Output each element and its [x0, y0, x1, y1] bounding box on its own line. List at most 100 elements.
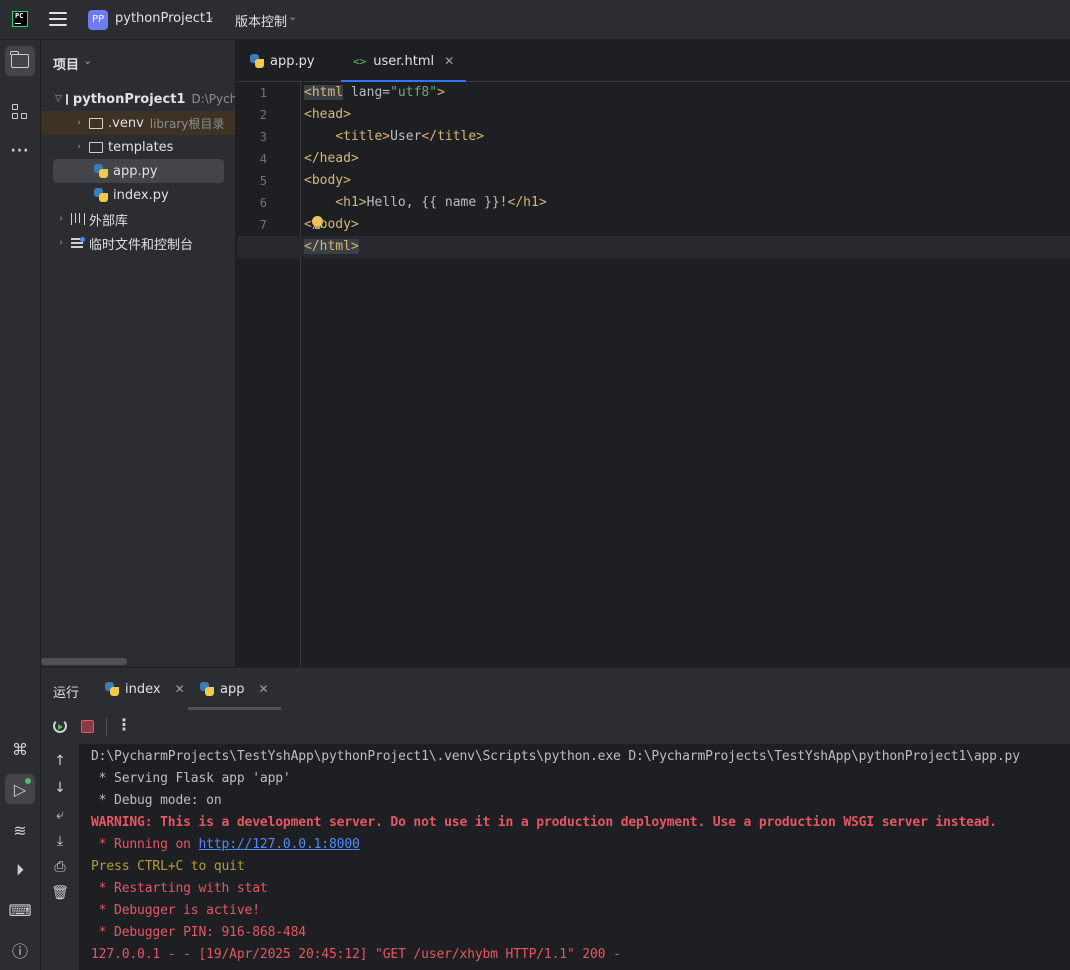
code-token: </h1>: [507, 195, 547, 210]
python-file-icon: [94, 164, 108, 178]
code-line[interactable]: <title>User</title>: [304, 126, 484, 148]
tab-app-py[interactable]: app.py: [250, 40, 315, 82]
chevron-right-icon[interactable]: ›: [73, 142, 85, 152]
close-icon[interactable]: ✕: [444, 54, 454, 68]
tree-item-scratches[interactable]: › 临时文件和控制台: [41, 231, 235, 255]
arrow-up-icon[interactable]: ↑: [51, 752, 69, 770]
run-tool-window-header: 运行 index ✕ app ✕: [41, 667, 1070, 710]
editor-tab-bar: app.py <> user.html ✕: [237, 40, 1070, 83]
code-token: >: [437, 85, 445, 100]
run-icon[interactable]: ▷: [5, 774, 35, 804]
code-line[interactable]: </head>: [304, 148, 359, 170]
tree-item-venv[interactable]: › .venv library根目录: [41, 111, 235, 135]
line-number[interactable]: 3: [237, 130, 267, 144]
tree-item-app-py[interactable]: app.py: [41, 159, 235, 183]
chevron-right-icon[interactable]: ›: [73, 118, 85, 128]
tab-label: app.py: [270, 53, 315, 69]
python-console-icon[interactable]: ⌘: [5, 734, 35, 764]
arrow-down-icon[interactable]: ↓: [51, 779, 69, 797]
tree-item-hint: D:\PycharmProjects\TestYshApp\pythonProj…: [191, 92, 235, 106]
tree-item-templates[interactable]: › templates: [41, 135, 235, 159]
code-token: </html>: [304, 239, 359, 254]
more-icon[interactable]: ···: [5, 136, 35, 166]
line-number[interactable]: 5: [237, 174, 267, 188]
folder-icon: [89, 117, 103, 129]
more-vertical-icon[interactable]: ⋮: [116, 715, 132, 734]
chevron-right-icon[interactable]: ›: [55, 214, 67, 224]
console-line: * Serving Flask app 'app': [91, 768, 291, 790]
run-tab-app[interactable]: app ✕: [188, 668, 281, 710]
line-number[interactable]: 1: [237, 86, 267, 100]
console-text: Press CTRL+C to quit: [91, 859, 245, 874]
close-icon[interactable]: ✕: [258, 682, 268, 696]
code-line[interactable]: <h1>Hello, {{ name }}!</h1>: [304, 192, 547, 214]
scratches-icon: [71, 237, 85, 249]
tab-label: user.html: [373, 53, 435, 69]
code-line[interactable]: </html>: [304, 236, 359, 258]
tree-item-project-root[interactable]: ▽ pythonProject1 D:\PycharmProjects\Test…: [41, 87, 235, 111]
line-number[interactable]: 2: [237, 108, 267, 122]
rerun-icon[interactable]: [53, 719, 67, 733]
structure-icon[interactable]: [5, 97, 35, 127]
python-file-icon: [94, 188, 108, 202]
vcs-dropdown[interactable]: 版本控制: [235, 11, 287, 30]
problems-icon[interactable]: ⓘ: [5, 935, 35, 965]
console-line: WARNING: This is a development server. D…: [91, 812, 997, 834]
project-folder-icon[interactable]: [5, 46, 35, 76]
chevron-right-icon[interactable]: ›: [55, 238, 67, 248]
services-icon[interactable]: ⏵: [5, 855, 35, 885]
code-line[interactable]: <head>: [304, 104, 351, 126]
line-number[interactable]: 4: [237, 152, 267, 166]
code-token: "utf8": [390, 85, 438, 100]
project-panel-title[interactable]: 项目: [53, 54, 79, 73]
console-output[interactable]: D:\PycharmProjects\TestYshApp\pythonProj…: [80, 744, 1070, 970]
tree-item-external-libraries[interactable]: › 外部库: [41, 207, 235, 231]
python-file-icon: [105, 682, 119, 696]
terminal-icon[interactable]: ⌨: [5, 895, 35, 925]
chevron-down-icon[interactable]: ⌄: [288, 10, 297, 23]
console-link[interactable]: http://127.0.0.1:8000: [198, 837, 359, 852]
code-token: <body>: [304, 173, 351, 188]
pycharm-logo-icon[interactable]: PC: [12, 11, 28, 27]
console-text: * Serving Flask app 'app': [91, 771, 291, 786]
code-token: </body>: [304, 217, 359, 232]
scroll-to-end-icon[interactable]: ⤓: [51, 832, 69, 850]
code-token: </title>: [421, 129, 485, 144]
line-number[interactable]: 6: [237, 196, 267, 210]
line-number[interactable]: 7: [237, 218, 267, 232]
project-tool-window: 项目 ⌄ ▽ pythonProject1 D:\PycharmProjects…: [41, 40, 236, 667]
main-menu-icon[interactable]: [49, 12, 67, 28]
project-badge[interactable]: PP: [88, 10, 108, 30]
code-token: <head>: [304, 107, 351, 122]
chevron-down-icon[interactable]: ⌄: [83, 54, 92, 67]
horizontal-scrollbar[interactable]: [41, 658, 127, 665]
console-text: * Debugger is active!: [91, 903, 260, 918]
toolbar-divider: [106, 718, 107, 736]
run-tab-index[interactable]: index ✕: [105, 668, 185, 710]
tool-window-strip: ··· ⌘ ▷ ≋ ⏵ ⌨ ⓘ: [0, 40, 41, 970]
code-line[interactable]: </body>: [304, 214, 359, 236]
code-line[interactable]: <html lang="utf8">: [304, 82, 445, 104]
code-line[interactable]: <body>: [304, 170, 351, 192]
chevron-down-icon[interactable]: ⌄: [206, 10, 215, 23]
title-bar: PC PP pythonProject1 ⌄ 版本控制 ⌄: [0, 0, 1070, 40]
layers-icon[interactable]: ≋: [5, 815, 35, 845]
tree-item-index-py[interactable]: index.py: [41, 183, 235, 207]
stop-icon[interactable]: [81, 720, 94, 733]
tab-user-html[interactable]: <> user.html ✕: [341, 40, 467, 83]
line-number-gutter: 12345678: [237, 82, 301, 667]
chevron-down-icon[interactable]: ▽: [55, 94, 62, 104]
code-editor[interactable]: <html lang="utf8"> <head> <title>User</ti…: [237, 82, 1070, 667]
folder-icon: [65, 93, 68, 105]
print-icon[interactable]: ⎙: [51, 858, 69, 876]
trash-icon[interactable]: 🗑: [51, 884, 69, 902]
close-icon[interactable]: ✕: [175, 682, 185, 696]
soft-wrap-icon[interactable]: ⤶: [51, 806, 69, 824]
code-token: <html: [304, 85, 344, 100]
code-token: <title>: [335, 129, 391, 144]
project-name-dropdown[interactable]: pythonProject1: [115, 11, 213, 26]
tree-item-label: .venv: [108, 115, 144, 131]
tree-item-label: templates: [108, 139, 174, 155]
console-line: D:\PycharmProjects\TestYshApp\pythonProj…: [91, 746, 1020, 768]
